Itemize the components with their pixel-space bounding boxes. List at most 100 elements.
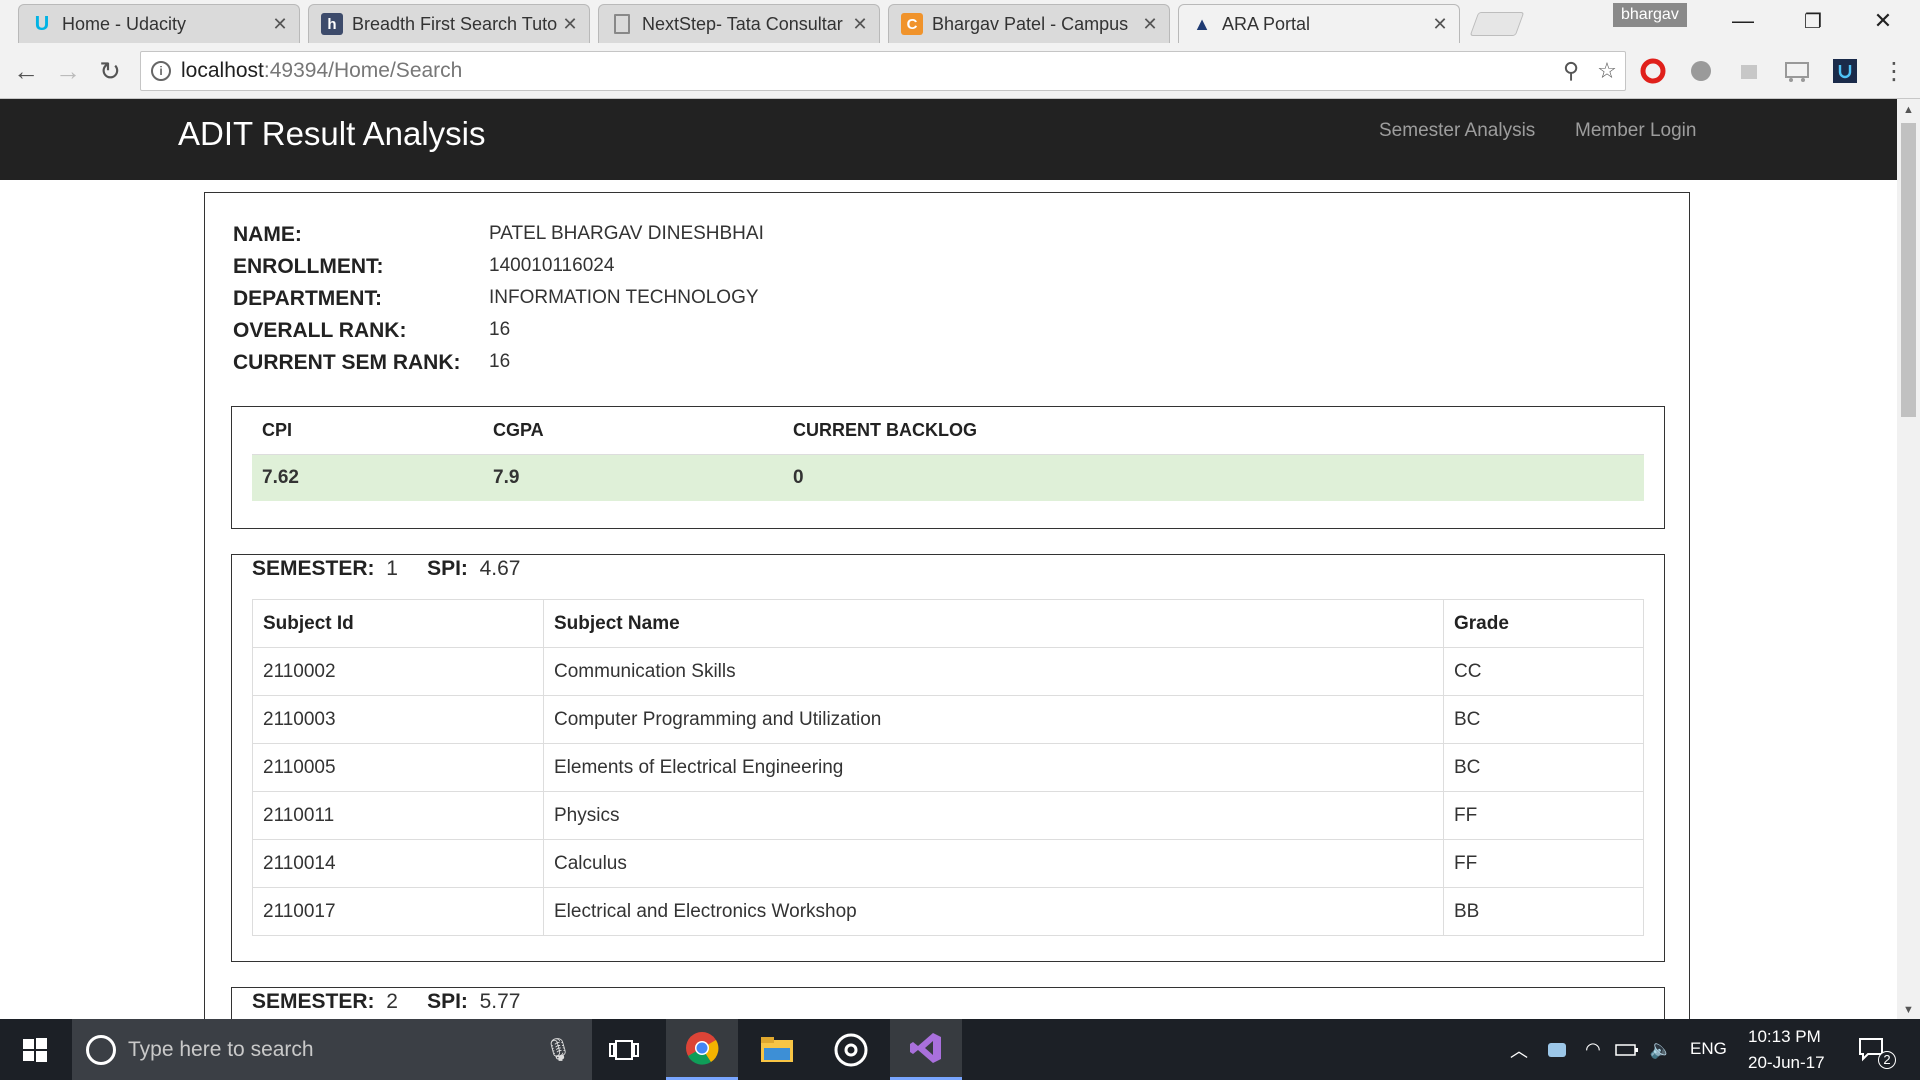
clock-date[interactable]: 20-Jun-17 xyxy=(1748,1053,1825,1073)
new-tab-button[interactable] xyxy=(1469,12,1525,36)
minimize-icon[interactable]: — xyxy=(1708,0,1778,42)
extension-u-icon[interactable] xyxy=(1830,56,1860,86)
visual-studio-icon[interactable] xyxy=(890,1019,962,1080)
grade: BB xyxy=(1443,887,1644,936)
current-sem-rank-value: 16 xyxy=(489,351,511,372)
page-scrollbar[interactable]: ▲ ▼ xyxy=(1897,99,1920,1019)
summary-value-row: 7.62 7.9 0 xyxy=(252,453,1644,501)
grade: BC xyxy=(1443,695,1644,744)
language-indicator[interactable]: ENG xyxy=(1690,1039,1727,1059)
field-label: CURRENT SEM RANK: xyxy=(233,351,461,374)
close-icon[interactable]: ✕ xyxy=(851,14,869,35)
forward-arrow-icon[interactable]: → xyxy=(48,51,88,91)
nav-semester-analysis[interactable]: Semester Analysis xyxy=(1379,120,1535,142)
close-icon[interactable]: ✕ xyxy=(271,14,289,35)
browser-toolbar: ← → ↻ i localhost:49394/Home/Search ⚲ ☆ … xyxy=(0,43,1920,99)
chrome-taskbar-icon[interactable] xyxy=(666,1019,738,1080)
window-close-icon[interactable]: ✕ xyxy=(1848,0,1918,42)
url-path: :49394/Home/Search xyxy=(263,59,463,82)
table-row: 2110017 Electrical and Electronics Works… xyxy=(252,887,1644,936)
semester-label: SEMESTER: xyxy=(252,557,375,580)
windows-start-icon[interactable] xyxy=(0,1019,70,1080)
url-host: localhost xyxy=(181,59,264,82)
extension-cart-icon[interactable] xyxy=(1782,56,1812,86)
extension-puzzle-icon[interactable] xyxy=(1734,56,1764,86)
scrollbar-thumb[interactable] xyxy=(1901,123,1916,417)
wifi-icon[interactable]: ◠ xyxy=(1576,1019,1610,1080)
address-bar[interactable]: i localhost:49394/Home/Search ⚲ ☆ xyxy=(140,51,1626,91)
semester-number: 1 xyxy=(386,557,398,580)
bookmark-star-icon[interactable]: ☆ xyxy=(1589,58,1625,84)
column-header-subject-id: Subject Id xyxy=(252,599,544,648)
current-sem-rank-row: CURRENT SEM RANK: 16 xyxy=(233,351,510,375)
enrollment-number: 140010116024 xyxy=(489,255,615,276)
field-label: DEPARTMENT: xyxy=(233,287,382,310)
restore-icon[interactable]: ❐ xyxy=(1778,0,1848,42)
department-value: INFORMATION TECHNOLOGY xyxy=(489,287,759,308)
subject-name: Computer Programming and Utilization xyxy=(543,695,1444,744)
tab-campus[interactable]: C Bhargav Patel - Campus ✕ xyxy=(888,4,1170,43)
tab-title: Home - Udacity xyxy=(62,13,187,34)
cgpa-header: CGPA xyxy=(493,419,544,440)
summary-header-row: CPI CGPA CURRENT BACKLOG xyxy=(252,407,1644,454)
menu-kebab-icon[interactable]: ⋮ xyxy=(1874,51,1914,91)
semester-heading: SEMESTER: 2 SPI: 5.77 xyxy=(252,990,520,1014)
tab-title: Bhargav Patel - Campus xyxy=(932,13,1129,34)
back-arrow-icon[interactable]: ← xyxy=(6,51,46,91)
nav-member-login[interactable]: Member Login xyxy=(1575,120,1696,142)
semester-number: 2 xyxy=(386,990,398,1013)
tab-title: NextStep- Tata Consultar xyxy=(642,13,843,34)
tab-breadth-first-search[interactable]: h Breadth First Search Tuto ✕ xyxy=(308,4,590,43)
url-text[interactable]: localhost:49394/Home/Search xyxy=(181,59,1553,83)
volume-icon[interactable]: 🔈 xyxy=(1644,1019,1678,1080)
extension-globe-icon[interactable] xyxy=(1686,56,1716,86)
action-center-icon[interactable] xyxy=(1852,1019,1892,1080)
close-icon[interactable]: ✕ xyxy=(1431,14,1449,35)
info-icon[interactable]: i xyxy=(151,61,171,81)
reload-icon[interactable]: ↻ xyxy=(90,51,130,91)
spi-label: SPI: xyxy=(427,557,468,580)
site-navbar: ADIT Result Analysis Semester Analysis M… xyxy=(0,99,1897,180)
close-icon[interactable]: ✕ xyxy=(561,14,579,35)
cpi-value: 7.62 xyxy=(252,453,483,501)
zoom-icon[interactable]: ⚲ xyxy=(1553,58,1589,84)
tab-nextstep[interactable]: NextStep- Tata Consultar ✕ xyxy=(598,4,880,43)
site-brand[interactable]: ADIT Result Analysis xyxy=(178,115,486,153)
tab-udacity[interactable]: U Home - Udacity ✕ xyxy=(18,4,300,43)
clock-time[interactable]: 10:13 PM xyxy=(1748,1027,1821,1047)
backlog-header: CURRENT BACKLOG xyxy=(793,419,977,440)
student-name: PATEL BHARGAV DINESHBHAI xyxy=(489,223,764,244)
scroll-down-icon[interactable]: ▼ xyxy=(1897,1001,1920,1019)
field-label: ENROLLMENT: xyxy=(233,255,384,278)
page-icon xyxy=(614,14,630,34)
groove-music-icon[interactable] xyxy=(816,1019,886,1080)
result-container: NAME: PATEL BHARGAV DINESHBHAI ENROLLMEN… xyxy=(204,192,1690,1067)
opera-extension-icon[interactable] xyxy=(1638,56,1668,86)
taskbar-search[interactable]: Type here to search 🎙 xyxy=(72,1019,592,1080)
spi-label: SPI: xyxy=(427,990,468,1013)
task-view-icon[interactable] xyxy=(594,1019,654,1080)
subject-id: 2110005 xyxy=(252,743,544,792)
table-row: 2110011 Physics FF xyxy=(252,791,1644,840)
file-explorer-icon[interactable] xyxy=(742,1019,812,1080)
table-row: 2110014 Calculus FF xyxy=(252,839,1644,888)
battery-icon[interactable] xyxy=(1610,1019,1644,1080)
department-row: DEPARTMENT: INFORMATION TECHNOLOGY xyxy=(233,287,759,311)
backlog-value: 0 xyxy=(783,453,1644,501)
grade: FF xyxy=(1443,839,1644,888)
tray-app-icon[interactable] xyxy=(1540,1019,1574,1080)
semester-heading: SEMESTER: 1 SPI: 4.67 xyxy=(252,557,520,581)
microphone-icon[interactable]: 🎙 xyxy=(544,1037,572,1063)
close-icon[interactable]: ✕ xyxy=(1141,14,1159,35)
subject-name: Electrical and Electronics Workshop xyxy=(543,887,1444,936)
profile-badge[interactable]: bhargav xyxy=(1613,3,1687,27)
summary-panel: CPI CGPA CURRENT BACKLOG 7.62 7.9 0 xyxy=(231,406,1665,529)
scroll-up-icon[interactable]: ▲ xyxy=(1897,101,1920,119)
subject-id: 2110002 xyxy=(252,647,544,696)
subject-table: Subject Id Subject Name Grade 2110002 Co… xyxy=(252,599,1644,936)
semester-label: SEMESTER: xyxy=(252,990,375,1013)
tray-chevron-icon[interactable]: ︿ xyxy=(1504,1019,1534,1080)
spi-value: 4.67 xyxy=(479,557,521,580)
tab-ara-portal[interactable]: ▲ ARA Portal ✕ xyxy=(1178,4,1460,43)
student-name-row: NAME: PATEL BHARGAV DINESHBHAI xyxy=(233,223,764,247)
